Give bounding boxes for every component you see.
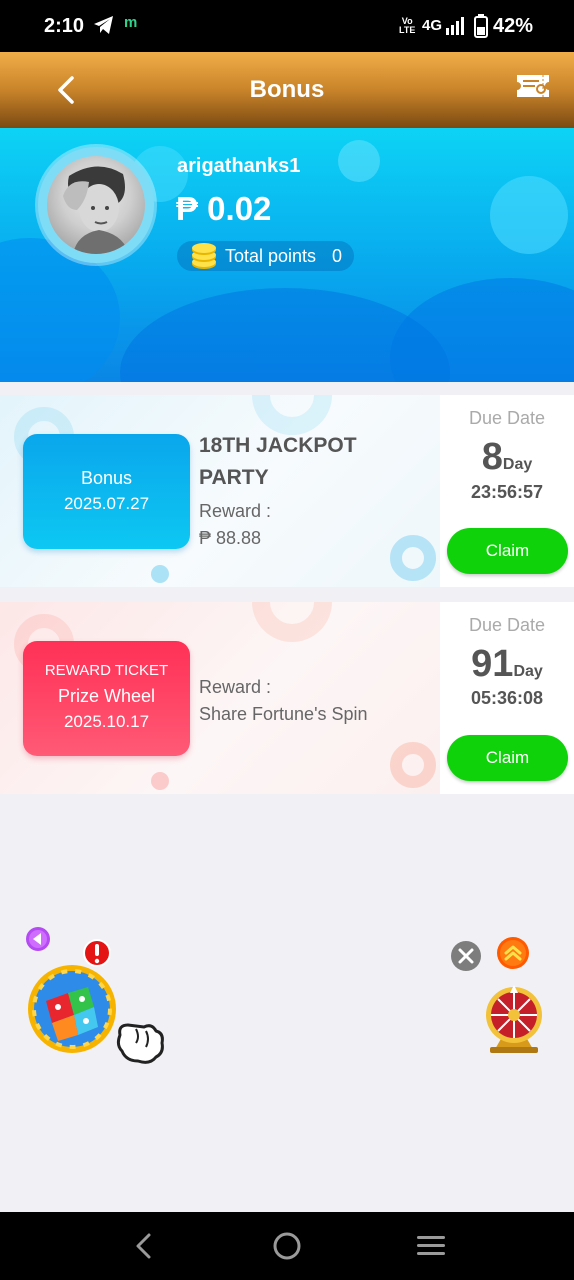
username: arigathanks1 <box>177 155 301 177</box>
status-notif-m: m <box>124 14 138 31</box>
badge-title: REWARD TICKET <box>44 662 169 679</box>
card-decoration <box>151 772 169 790</box>
card-body: Bonus 2025.07.27 18TH JACKPOT PARTY Rewa… <box>0 395 440 587</box>
bonus-card: Bonus 2025.07.27 18TH JACKPOT PARTY Rewa… <box>0 395 574 587</box>
signal-icon <box>445 16 465 41</box>
badge-title: Bonus <box>80 468 133 488</box>
banner-decoration <box>390 278 574 382</box>
due-time: 05:36:08 <box>470 688 544 708</box>
header: Bonus <box>0 52 574 128</box>
page-title: Bonus <box>249 76 325 103</box>
due-days-unit: Day <box>502 456 533 473</box>
reward-ticket-card: REWARD TICKET Prize Wheel 2025.10.17 Rew… <box>0 602 574 794</box>
avatar-image <box>47 156 145 254</box>
card-decoration <box>151 565 169 583</box>
claim-button[interactable]: Claim <box>447 735 568 781</box>
ticket-icon <box>517 75 549 97</box>
due-days-number: 91 <box>471 643 514 685</box>
total-points-value: 0 <box>332 246 343 266</box>
prize-wheel-icon[interactable] <box>484 985 544 1060</box>
nav-menu-icon[interactable] <box>414 1229 448 1263</box>
reward-value: Share Fortune's Spin <box>199 704 368 724</box>
reward-ticket-badge: REWARD TICKET Prize Wheel 2025.10.17 <box>23 641 190 756</box>
telegram-icon <box>93 15 115 40</box>
badge-date: 2025.10.17 <box>63 712 150 731</box>
claim-button[interactable]: Claim <box>447 528 568 574</box>
due-days-number: 8 <box>481 436 503 478</box>
balance: ₱ 0.02 <box>176 190 272 227</box>
banner-decoration <box>490 176 568 254</box>
reward-label: Reward : <box>199 501 272 521</box>
nav-back-icon[interactable] <box>127 1229 161 1263</box>
card-title-line1: 18TH JACKPOT <box>199 434 357 457</box>
status-bar: 2:10 m Vo LTE 4G 42% <box>0 0 574 52</box>
profile-banner: arigathanks1 ₱ 0.02 Total points 0 <box>0 128 574 382</box>
due-days: 91Day <box>440 643 574 686</box>
volte-bottom: LTE <box>399 25 416 35</box>
play-left-icon[interactable] <box>25 926 51 957</box>
bonus-badge: Bonus 2025.07.27 <box>23 434 190 549</box>
pointing-hand-icon <box>114 1017 166 1070</box>
card-decoration <box>390 535 436 581</box>
due-days: 8Day <box>440 436 574 479</box>
due-date-label: Due Date <box>468 408 546 428</box>
volte-icon: Vo LTE <box>399 17 415 35</box>
close-icon[interactable] <box>450 940 482 977</box>
due-panel: Due Date 8Day 23:56:57 Claim <box>440 395 574 587</box>
double-chevron-up-icon[interactable] <box>496 936 530 975</box>
card-title: 18TH JACKPOT PARTY <box>199 430 357 494</box>
ticket-button[interactable] <box>514 72 552 100</box>
nav-home-icon[interactable] <box>270 1229 304 1263</box>
alert-badge <box>82 938 112 973</box>
network-type: 4G <box>422 17 443 34</box>
avatar[interactable] <box>38 147 154 263</box>
dice-ball-icon[interactable] <box>26 963 118 1060</box>
total-points-pill: Total points 0 <box>177 241 354 271</box>
reward-label: Reward : <box>199 677 272 697</box>
card-decoration <box>252 395 332 435</box>
card-decoration <box>252 602 332 642</box>
status-time: 2:10 <box>44 15 85 37</box>
due-panel: Due Date 91Day 05:36:08 Claim <box>440 602 574 794</box>
battery-percent: 42% <box>493 15 534 37</box>
battery-icon <box>474 14 488 43</box>
reward-value: ₱ 88.88 <box>199 528 262 548</box>
total-points-label: Total points <box>225 246 317 266</box>
banner-decoration <box>338 140 380 182</box>
card-body: REWARD TICKET Prize Wheel 2025.10.17 Rew… <box>0 602 440 794</box>
coins-icon <box>191 243 217 275</box>
system-nav-bar <box>0 1212 574 1280</box>
badge-date: 2025.07.27 <box>63 494 150 513</box>
card-decoration <box>390 742 436 788</box>
badge-subtitle: Prize Wheel <box>57 686 156 706</box>
due-time: 23:56:57 <box>470 482 544 502</box>
due-days-unit: Day <box>513 663 543 680</box>
due-date-label: Due Date <box>468 615 546 635</box>
card-title-line2: PARTY <box>199 466 269 489</box>
